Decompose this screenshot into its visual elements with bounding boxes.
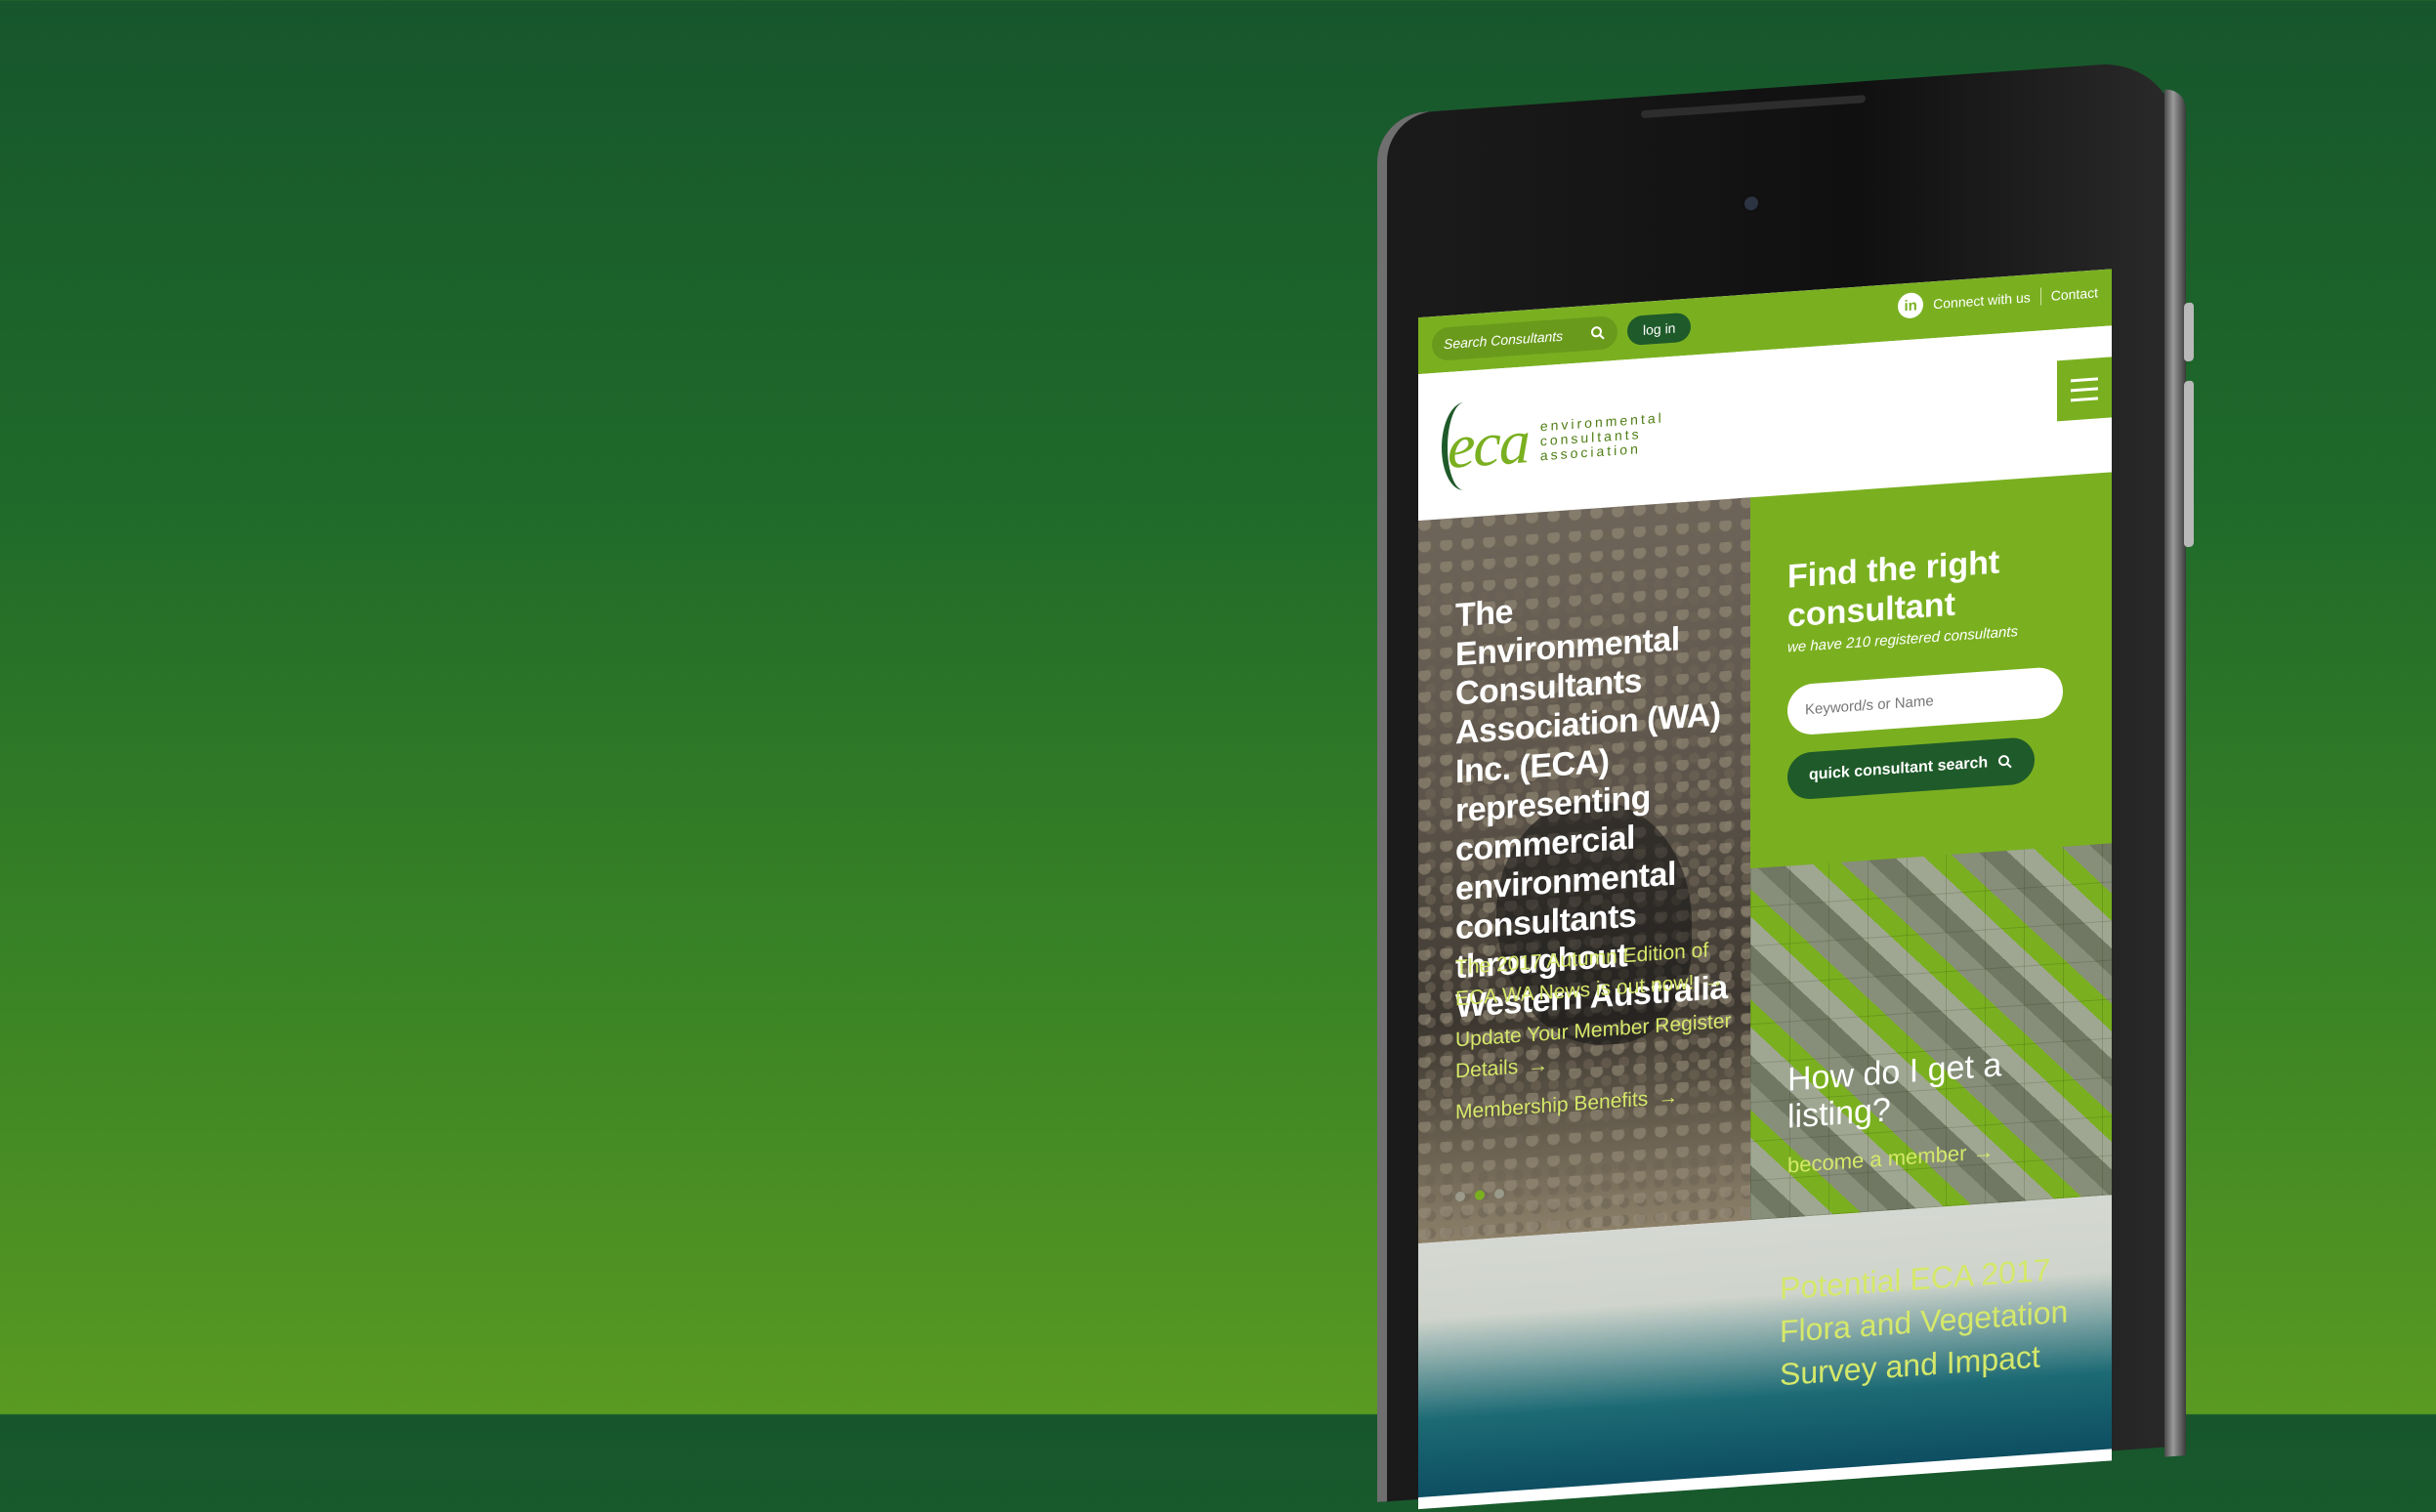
speaker-grille xyxy=(1641,95,1866,119)
tablet-screen: Search Consultants log in in Connect wit… xyxy=(1418,269,2112,1510)
hero-slider: The Environmental Consultants Associatio… xyxy=(1418,497,1750,1244)
menu-bar xyxy=(2071,386,2098,392)
login-button[interactable]: log in xyxy=(1627,312,1692,347)
front-camera xyxy=(1744,195,1758,211)
news-link-member-register[interactable]: Update Your Member Register Details → xyxy=(1455,1004,1748,1087)
menu-bar xyxy=(2071,376,2098,382)
news-links: The 2017 Autumn Edition of ECA WA News i… xyxy=(1455,932,1748,1138)
listing-callout: How do I get a listing? become a member … xyxy=(1787,1038,2112,1178)
logo-swoosh-icon xyxy=(1442,400,1487,492)
power-button xyxy=(2184,380,2194,548)
slider-dot-active[interactable] xyxy=(1475,1190,1485,1201)
arrow-right-icon: → xyxy=(1972,1138,1995,1165)
quick-search-label: quick consultant search xyxy=(1809,754,1989,784)
arrow-right-icon: → xyxy=(1528,1053,1549,1078)
top-right-links: in Connect with us Contact xyxy=(1898,279,2098,319)
news-link-label: The 2017 Autumn Edition of ECA WA News i… xyxy=(1455,939,1709,1011)
slider-dot[interactable] xyxy=(1494,1188,1504,1199)
arrow-right-icon: → xyxy=(1658,1085,1679,1110)
slider-dots xyxy=(1455,1188,1504,1202)
divider xyxy=(2039,287,2041,306)
search-icon xyxy=(1997,753,2013,770)
logo-mark: eca xyxy=(1442,400,1529,492)
contact-link[interactable]: Contact xyxy=(2051,284,2098,303)
tablet-edge xyxy=(2164,88,2186,1457)
logo-wordmark: environmental consultants association xyxy=(1540,409,1664,463)
search-placeholder: Search Consultants xyxy=(1444,327,1564,353)
hamburger-menu-button[interactable] xyxy=(2057,357,2112,422)
tablet-device: Search Consultants log in in Connect wit… xyxy=(1377,59,2194,1510)
news-link-label: Update Your Member Register Details xyxy=(1455,1009,1732,1083)
quick-search-button[interactable]: quick consultant search xyxy=(1787,735,2036,801)
consultant-finder: Find the right consultant we have 210 re… xyxy=(1750,472,2112,1221)
linkedin-icon[interactable]: in xyxy=(1898,291,1924,319)
volume-button xyxy=(2184,302,2194,362)
feature-heading[interactable]: Potential ECA 2017 Flora and Vegetation … xyxy=(1780,1243,2112,1396)
menu-bar xyxy=(2071,396,2098,401)
search-icon[interactable] xyxy=(1590,325,1606,342)
eca-logo[interactable]: eca environmental consultants associatio… xyxy=(1442,396,1664,492)
keyword-input[interactable] xyxy=(1787,665,2063,736)
consultant-search-input[interactable]: Search Consultants xyxy=(1432,315,1617,362)
news-link-label: Membership Benefits xyxy=(1455,1087,1649,1124)
connect-link[interactable]: Connect with us xyxy=(1933,289,2031,312)
hero-section: The Environmental Consultants Associatio… xyxy=(1418,472,2112,1244)
arrow-right-icon: → xyxy=(1703,969,1725,993)
news-link-membership-benefits[interactable]: Membership Benefits → xyxy=(1455,1076,1748,1128)
slider-dot[interactable] xyxy=(1455,1191,1465,1202)
feature-section: Potential ECA 2017 Flora and Vegetation … xyxy=(1418,1195,2112,1498)
